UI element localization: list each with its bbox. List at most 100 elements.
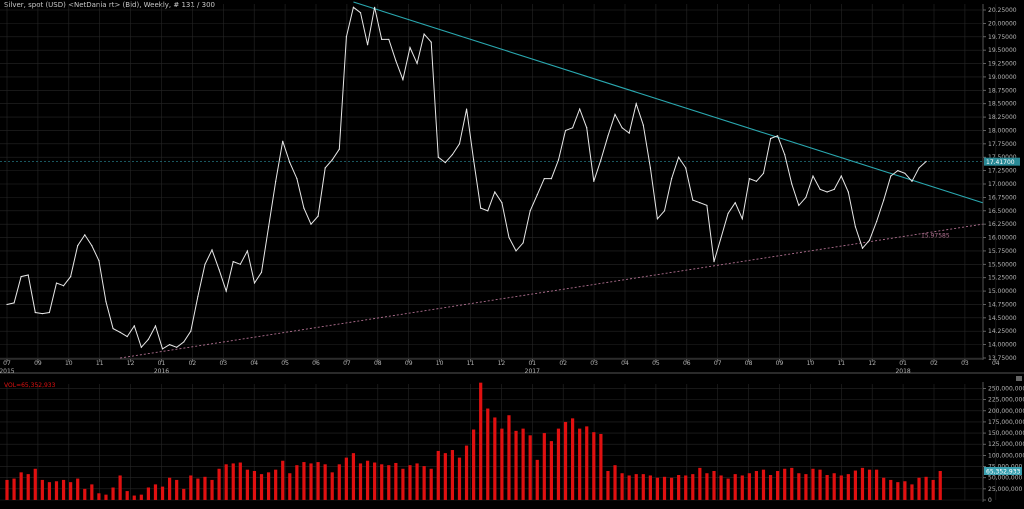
price-point: [77, 244, 79, 247]
volume-bar: [549, 441, 553, 500]
volume-title: VOL=65,352,933: [4, 382, 56, 389]
price-tick-label: 18.00000: [988, 127, 1017, 134]
time-tick-label: 03: [961, 360, 969, 367]
volume-bar: [203, 476, 207, 500]
price-point: [27, 274, 29, 276]
price-point: [267, 226, 270, 228]
price-point: [260, 271, 263, 273]
volume-bar: [790, 467, 794, 500]
price-tick-label: 17.25000: [988, 168, 1017, 175]
time-tick-label: 02: [189, 360, 197, 367]
price-point: [868, 239, 871, 241]
volume-bar: [910, 484, 914, 500]
volume-bar: [61, 479, 66, 500]
price-point: [423, 33, 425, 35]
volume-bar: [535, 459, 539, 500]
price-point: [388, 38, 390, 41]
price-tick-label: 18.25000: [988, 114, 1017, 121]
price-tick-label: 19.25000: [988, 61, 1017, 68]
price-point: [593, 180, 595, 182]
volume-bar: [613, 465, 617, 500]
volume-bar: [585, 426, 589, 500]
price-point: [748, 178, 750, 180]
price-point: [239, 263, 241, 265]
price-point: [812, 175, 814, 177]
price-point: [918, 167, 920, 169]
volume-bar: [408, 465, 412, 500]
price-point: [253, 282, 256, 284]
volume-bar: [882, 477, 886, 500]
volume-bar: [168, 477, 172, 500]
price-point: [352, 6, 355, 8]
volume-tick-label: 250,000,000: [988, 385, 1024, 392]
volume-bar: [556, 428, 561, 500]
price-point: [699, 202, 701, 204]
volume-bar: [896, 482, 900, 500]
time-tick-label: 09: [405, 360, 413, 367]
price-tick-label: 15.25000: [988, 275, 1017, 282]
price-point: [84, 234, 86, 236]
volume-bar: [634, 474, 638, 500]
year-label: 2018: [895, 368, 910, 375]
price-line: [6, 6, 927, 350]
time-tick-label: 01: [899, 360, 907, 367]
price-point: [854, 226, 857, 228]
price-point: [133, 325, 135, 327]
price-point: [34, 311, 36, 314]
price-point: [91, 244, 93, 247]
price-point: [614, 113, 616, 115]
volume-bar: [818, 469, 822, 500]
volume-bar: [429, 468, 433, 500]
time-tick-label: 10: [807, 360, 815, 367]
price-point: [458, 143, 461, 145]
time-tick-label: 08: [374, 360, 382, 367]
time-tick-label: 09: [776, 360, 784, 367]
volume-bar: [323, 464, 327, 500]
volume-bar: [493, 417, 497, 500]
price-point: [536, 194, 538, 196]
time-tick-label: 05: [281, 360, 289, 367]
volume-bar: [571, 418, 575, 500]
volume-tick-label: 25,000,000: [988, 486, 1023, 493]
price-point: [628, 132, 630, 134]
volume-bar: [754, 471, 759, 500]
time-tick-label: 03: [590, 360, 598, 367]
chart-canvas[interactable]: 20.25000 20.00000 19.75000 19.50000 19.25000…: [0, 0, 1024, 509]
price-point: [402, 79, 404, 81]
volume-bar: [69, 482, 73, 500]
volume-bar: [76, 478, 80, 500]
time-tick-label: 07: [343, 360, 351, 367]
price-point: [543, 178, 545, 180]
volume-bar: [563, 421, 568, 500]
price-point: [727, 212, 729, 215]
resistance-trendline: [353, 1, 983, 204]
panel-splitter-handle: [1016, 376, 1022, 381]
volume-bar: [125, 491, 129, 500]
volume-bar: [542, 433, 546, 500]
price-axis: 20.25000 20.00000 19.75000 19.50000 19.25000…: [983, 7, 1017, 362]
volume-bar: [422, 466, 426, 500]
price-point: [381, 38, 383, 41]
price-point: [769, 137, 772, 140]
price-point: [522, 242, 524, 244]
volume-bar: [832, 473, 836, 500]
volume-bar: [387, 465, 391, 500]
volume-bar: [132, 495, 136, 500]
price-tick-label: 15.50000: [988, 261, 1017, 268]
volume-tick-label: 175,000,000: [988, 419, 1024, 426]
price-point: [246, 250, 248, 252]
volume-bar: [648, 475, 652, 500]
volume-bar: [259, 474, 264, 500]
volume-tick-label: 0: [988, 497, 992, 504]
price-point: [204, 263, 206, 265]
price-point: [734, 202, 736, 204]
volume-bar: [401, 468, 405, 500]
time-tick-label: 04: [621, 360, 629, 367]
time-tick-label: 12: [868, 360, 876, 367]
price-tick-label: 17.00000: [988, 181, 1017, 188]
price-point: [147, 338, 149, 340]
volume-bar: [761, 469, 766, 500]
price-point: [275, 180, 277, 182]
volume-bar: [776, 471, 780, 500]
volume-bar: [917, 477, 921, 500]
